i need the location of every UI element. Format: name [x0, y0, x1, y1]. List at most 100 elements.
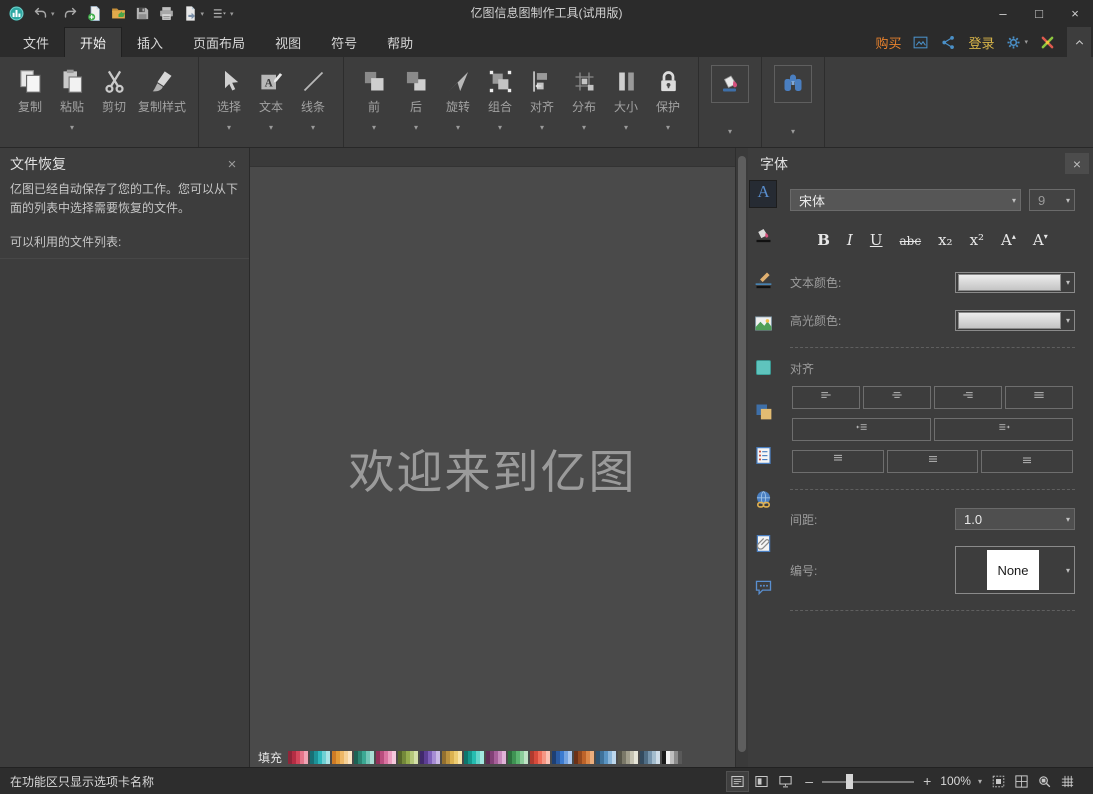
protect-button[interactable]: 保护▾	[647, 59, 689, 134]
superscript-button[interactable]: x²	[970, 231, 984, 249]
find-replace-button[interactable]: ▾	[771, 59, 815, 138]
copy-button[interactable]: 复制	[9, 59, 51, 134]
cut-button[interactable]: 剪切	[93, 59, 135, 134]
paste-button[interactable]: 粘贴▾	[51, 59, 93, 134]
brand-x-icon[interactable]	[1039, 34, 1056, 51]
view-presentation-button[interactable]	[775, 772, 796, 791]
text-button[interactable]: A文本▾	[250, 59, 292, 134]
rotate-button[interactable]: 旋转▾	[437, 59, 479, 134]
spacing-select[interactable]: 1.0 ▾	[955, 508, 1075, 530]
zoom-out-button[interactable]: –	[803, 773, 815, 789]
grid-toggle-button[interactable]	[1058, 773, 1077, 790]
tab-help[interactable]: 帮助	[372, 27, 428, 57]
fill-color-swatch[interactable]	[656, 751, 660, 764]
font-size-select[interactable]: 9 ▾	[1029, 189, 1075, 211]
select-button[interactable]: 选择▾	[208, 59, 250, 134]
login-link[interactable]: 登录	[968, 33, 994, 52]
fill-color-swatch[interactable]	[546, 751, 550, 764]
note-tab[interactable]	[750, 445, 776, 471]
buy-link[interactable]: 购买	[875, 33, 901, 52]
fill-color-swatch[interactable]	[634, 751, 638, 764]
fill-color-swatch[interactable]	[348, 751, 352, 764]
comment-tab[interactable]	[750, 577, 776, 603]
zoom-region-button[interactable]	[1035, 773, 1054, 790]
tab-file[interactable]: 文件	[8, 27, 64, 57]
tab-insert[interactable]: 插入	[122, 27, 178, 57]
tab-home[interactable]: 开始	[64, 27, 122, 57]
app-logo-icon[interactable]	[8, 5, 25, 22]
collapse-ribbon-button[interactable]	[1067, 27, 1091, 57]
decrease-font-button[interactable]: A▾	[1033, 231, 1048, 249]
bring-front-button[interactable]: 前▾	[353, 59, 395, 134]
zoom-slider-thumb[interactable]	[846, 774, 853, 789]
undo-button[interactable]: ▾	[32, 5, 55, 22]
text-color-picker[interactable]: ▾	[955, 272, 1075, 293]
canvas-vertical-scrollbar[interactable]	[735, 148, 748, 768]
increase-font-button[interactable]: A▴	[1001, 231, 1016, 249]
scrollbar-thumb[interactable]	[738, 156, 746, 752]
tab-symbols[interactable]: 符号	[316, 27, 372, 57]
bold-button[interactable]: B	[817, 231, 830, 249]
italic-button[interactable]: I	[847, 231, 853, 249]
tab-page-layout[interactable]: 页面布局	[178, 27, 260, 57]
tab-view[interactable]: 视图	[260, 27, 316, 57]
line-tab[interactable]	[750, 269, 776, 295]
view-page-button[interactable]	[751, 772, 772, 791]
font-panel-close-button[interactable]: ×	[1065, 153, 1089, 174]
print-button[interactable]	[158, 5, 175, 22]
align-center-button[interactable]	[863, 386, 931, 409]
subscript-button[interactable]: x₂	[938, 231, 952, 249]
recovery-file-list[interactable]	[0, 258, 249, 768]
fill-color-swatch[interactable]	[568, 751, 572, 764]
hyperlink-tab[interactable]	[750, 489, 776, 515]
fill-color-swatch[interactable]	[414, 751, 418, 764]
send-back-button[interactable]: 后▾	[395, 59, 437, 134]
align-right-button[interactable]	[934, 386, 1002, 409]
size-button[interactable]: 大小▾	[605, 59, 647, 134]
close-button[interactable]: ×	[1057, 0, 1093, 27]
export-button[interactable]: ▾	[182, 5, 205, 22]
fill-tab[interactable]	[750, 225, 776, 251]
fill-color-swatch[interactable]	[480, 751, 484, 764]
group-button[interactable]: 组合▾	[479, 59, 521, 134]
open-file-button[interactable]	[110, 5, 127, 22]
drawing-canvas[interactable]: 欢迎来到亿图 填充	[250, 148, 735, 768]
fill-style-button[interactable]: ▾	[708, 59, 752, 138]
align-justify-button[interactable]	[1005, 386, 1073, 409]
underline-button[interactable]: U	[870, 231, 883, 249]
view-normal-button[interactable]	[727, 772, 748, 791]
zoom-level-value[interactable]: 100%	[940, 774, 971, 788]
fill-color-swatch[interactable]	[326, 751, 330, 764]
share-icon[interactable]	[940, 34, 957, 51]
fill-color-swatch[interactable]	[370, 751, 374, 764]
fill-color-swatch[interactable]	[304, 751, 308, 764]
format-painter-button[interactable]: 复制样式	[135, 59, 189, 134]
zoom-in-button[interactable]: +	[921, 773, 933, 789]
fill-color-swatch[interactable]	[590, 751, 594, 764]
preview-icon[interactable]	[912, 34, 929, 51]
fill-color-swatch[interactable]	[392, 751, 396, 764]
fill-color-swatch[interactable]	[436, 751, 440, 764]
align-bottom-button[interactable]	[981, 450, 1073, 473]
picture-tab[interactable]	[750, 313, 776, 339]
attachment-tab[interactable]	[750, 533, 776, 559]
zoom-level-dropdown-arrow[interactable]: ▾	[978, 777, 982, 786]
fill-color-swatch[interactable]	[612, 751, 616, 764]
customize-quick-access-button[interactable]: ▾	[211, 5, 234, 22]
strikethrough-button[interactable]: abc	[900, 234, 922, 248]
align-middle-button[interactable]	[887, 450, 979, 473]
redo-button[interactable]	[62, 5, 79, 22]
maximize-button[interactable]: □	[1021, 0, 1057, 27]
align-button[interactable]: 对齐▾	[521, 59, 563, 134]
shape-tab[interactable]	[750, 357, 776, 383]
fit-page-button[interactable]	[989, 773, 1008, 790]
fill-color-swatch[interactable]	[524, 751, 528, 764]
increase-indent-button[interactable]	[934, 418, 1073, 441]
align-top-button[interactable]	[792, 450, 884, 473]
highlight-color-picker[interactable]: ▾	[955, 310, 1075, 331]
numbering-select[interactable]: None ▾	[955, 546, 1075, 594]
minimize-button[interactable]: –	[985, 0, 1021, 27]
save-button[interactable]	[134, 5, 151, 22]
line-button[interactable]: 线条▾	[292, 59, 334, 134]
fill-color-swatch[interactable]	[502, 751, 506, 764]
